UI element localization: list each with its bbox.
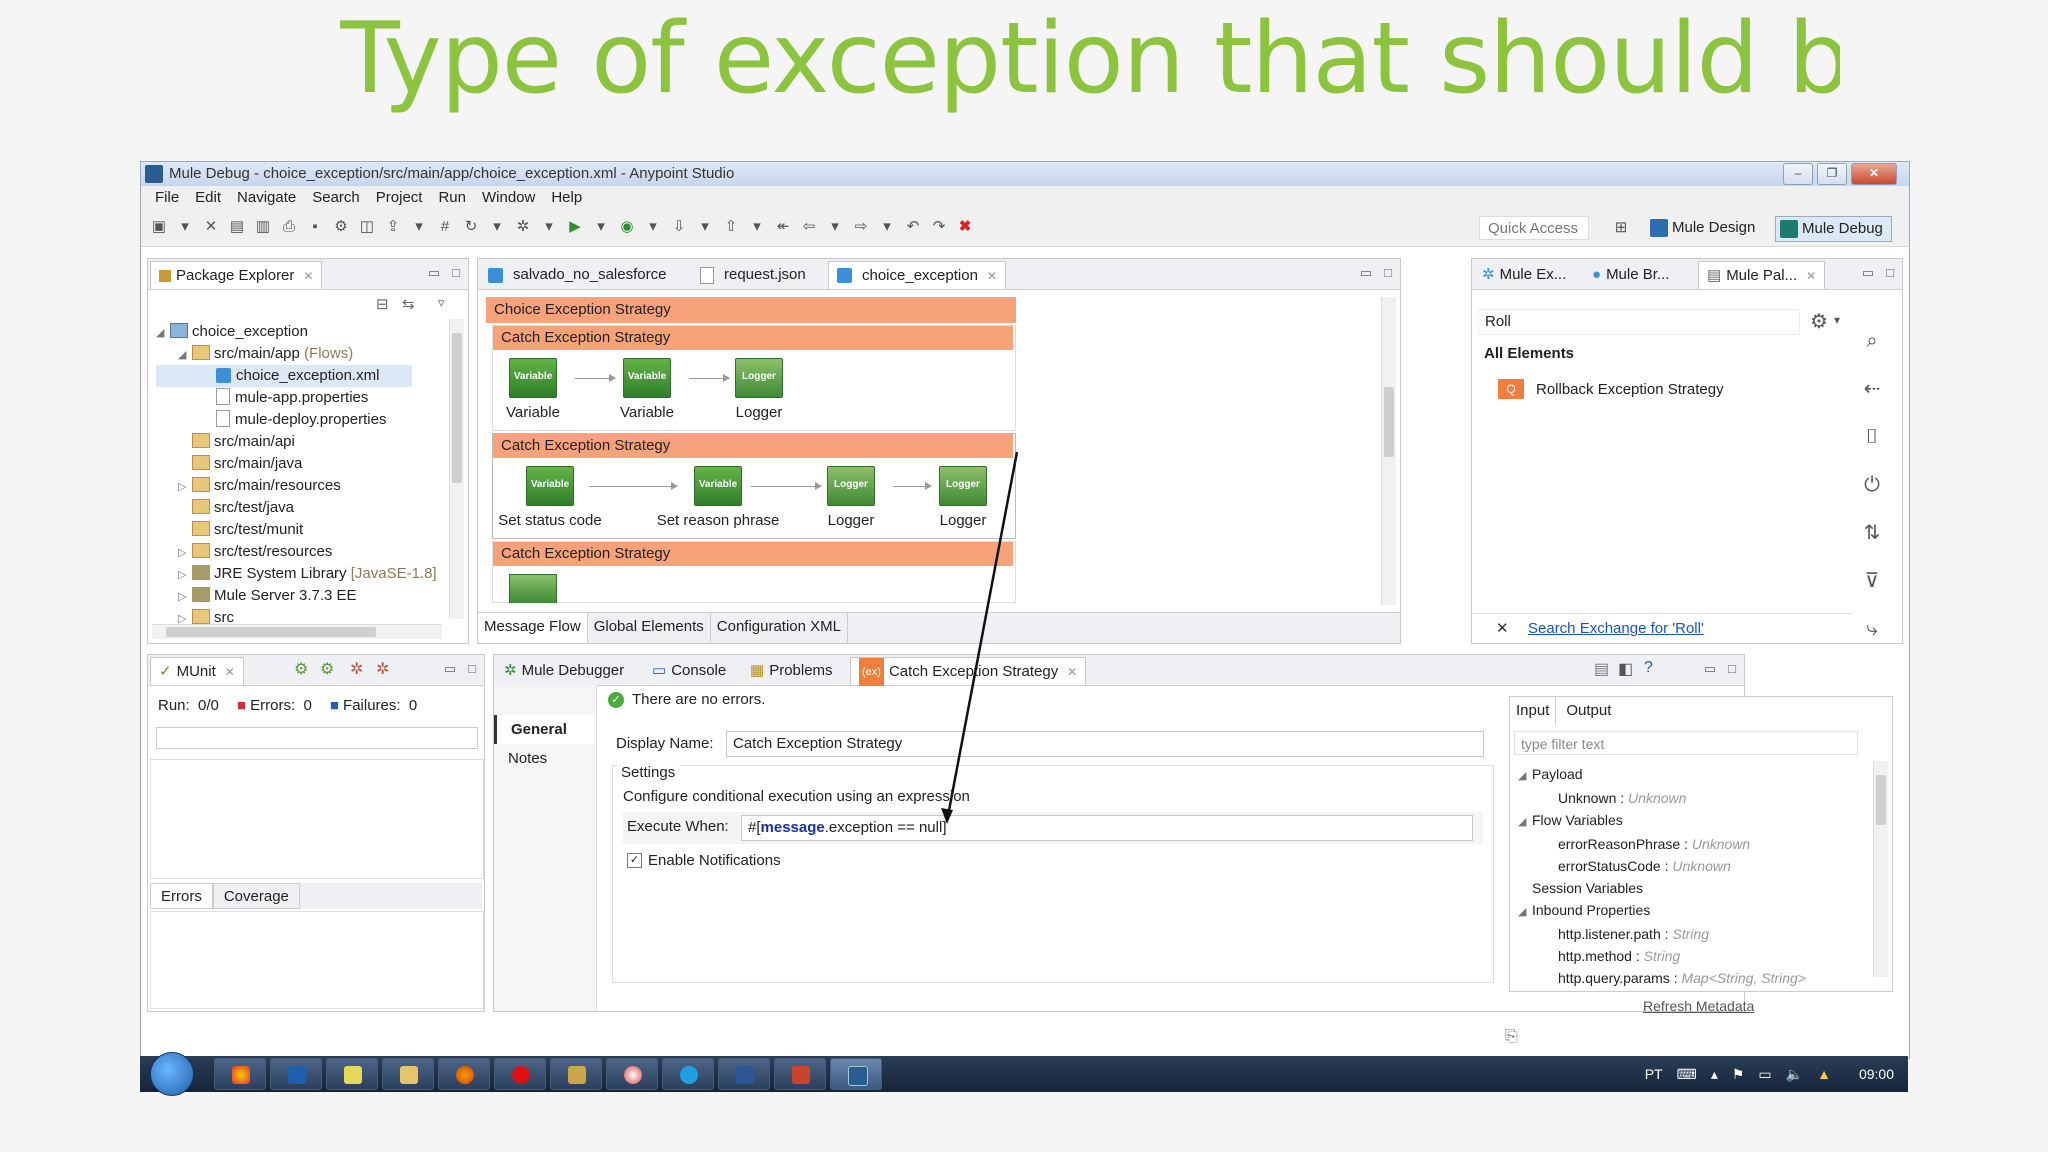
- firefox-icon: [456, 1066, 474, 1084]
- taskbar-app-notes[interactable]: [326, 1058, 378, 1090]
- clock[interactable]: 09:00: [1859, 1066, 1894, 1082]
- opera-icon: [512, 1066, 530, 1084]
- annotation-arrow: [941, 451, 1019, 824]
- windows-taskbar: PT ⌨ ▴ ⚑ ▭ 🔈 ▲ 09:00: [140, 1052, 1908, 1096]
- skype-icon: [680, 1066, 698, 1084]
- chrome-icon: [232, 1066, 250, 1084]
- keyboard-icon[interactable]: ⌨: [1677, 1066, 1697, 1083]
- anypoint-studio-window: Mule Debug - choice_exception/src/main/a…: [140, 161, 1910, 1059]
- taskbar-app-skype[interactable]: [662, 1058, 714, 1090]
- anypoint-icon: [848, 1066, 868, 1086]
- files-icon: [568, 1066, 586, 1084]
- flag-icon[interactable]: ⚑: [1732, 1066, 1745, 1083]
- taskbar-app-powerpoint[interactable]: [774, 1058, 826, 1090]
- system-tray: PT ⌨ ▴ ⚑ ▭ 🔈 ▲ 09:00: [1645, 1056, 1894, 1092]
- taskbar-app-outlook[interactable]: [270, 1058, 322, 1090]
- taskbar-app-chrome[interactable]: [214, 1058, 266, 1090]
- show-hidden-icons[interactable]: ▴: [1711, 1066, 1718, 1083]
- folder-icon: [400, 1066, 418, 1084]
- slide-title: Type of exception that should be treated: [340, 2, 1840, 116]
- volume-icon[interactable]: 🔈: [1786, 1066, 1803, 1083]
- language-indicator[interactable]: PT: [1645, 1066, 1663, 1082]
- outlook-icon: [288, 1066, 306, 1084]
- browser-icon: [624, 1066, 642, 1084]
- taskbar-app-files[interactable]: [550, 1058, 602, 1090]
- taskbar-app-word[interactable]: [718, 1058, 770, 1090]
- drive-icon[interactable]: ▲: [1817, 1066, 1831, 1082]
- notes-icon: [344, 1066, 362, 1084]
- start-button[interactable]: [150, 1052, 194, 1096]
- word-icon: [736, 1066, 754, 1084]
- network-icon[interactable]: ▭: [1758, 1066, 1771, 1083]
- taskbar-app-firefox[interactable]: [438, 1058, 490, 1090]
- taskbar-app-anypoint[interactable]: [830, 1058, 882, 1090]
- taskbar-app-explorer[interactable]: [382, 1058, 434, 1090]
- powerpoint-icon: [792, 1066, 810, 1084]
- taskbar-app-chrome-alt[interactable]: [606, 1058, 658, 1090]
- taskbar-app-opera[interactable]: [494, 1058, 546, 1090]
